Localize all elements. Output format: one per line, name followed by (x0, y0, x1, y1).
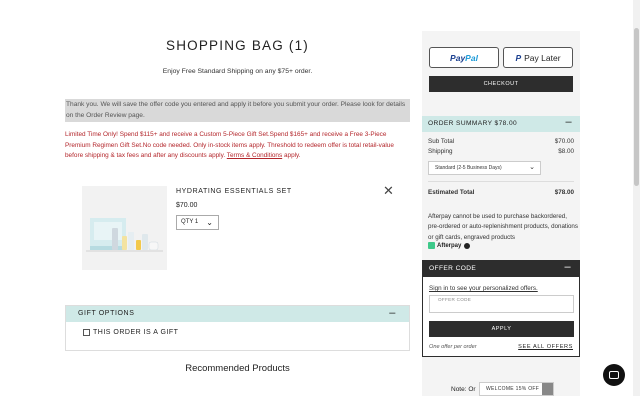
offer-code-title: OFFER CODE (429, 265, 477, 272)
afterpay-icon (428, 242, 435, 249)
note-text: Note: Or (451, 386, 476, 393)
gift-checkbox-row: THIS ORDER IS A GIFT (66, 322, 409, 343)
offer-code-header[interactable]: OFFER CODE – (423, 261, 579, 277)
afterpay-label: Afterpay (437, 242, 462, 249)
signin-offers-link[interactable]: Sign in to see your personalized offers. (429, 285, 538, 292)
scrollbar[interactable] (633, 0, 640, 396)
paypal-pay: Pay (450, 52, 466, 63)
paypal-mark-icon: P (515, 52, 522, 63)
promo-tail: apply. (282, 152, 301, 159)
product-name[interactable]: HYDRATING ESSENTIALS SET (176, 188, 292, 195)
pay-later-button[interactable]: P Pay Later (503, 47, 573, 68)
product-price: $70.00 (176, 202, 198, 209)
info-icon[interactable] (464, 242, 471, 249)
subtotal-row: Sub Total $70.00 (428, 138, 574, 145)
promo-message: Limited Time Only! Spend $115+ and recei… (65, 130, 413, 162)
offer-code-panel: OFFER CODE – Sign in to see your persona… (422, 260, 580, 357)
cart-item: HYDRATING ESSENTIALS SET $70.00 QTY 1 ⌄ … (65, 182, 410, 274)
minus-icon[interactable]: – (564, 261, 571, 273)
shipping-value: $8.00 (558, 148, 574, 155)
offer-code-input[interactable]: OFFER CODE (429, 295, 574, 313)
recommended-products-title: Recommended Products (185, 363, 290, 374)
estimated-total-value: $78.00 (554, 189, 574, 196)
afterpay-logo: Afterpay (428, 242, 471, 249)
scrollbar-thumb[interactable] (634, 28, 639, 186)
checkout-button[interactable]: CHECKOUT (429, 76, 573, 92)
terms-link[interactable]: Terms & Conditions (227, 152, 282, 159)
chat-icon (609, 371, 619, 379)
close-icon[interactable]: ✕ (383, 184, 394, 197)
gift-checkbox-label[interactable]: THIS ORDER IS A GIFT (93, 329, 178, 336)
chat-button[interactable] (603, 364, 625, 386)
chevron-down-icon: ⌄ (206, 218, 213, 227)
offer-code-label: OFFER CODE (438, 297, 472, 302)
subtotal-label: Sub Total (428, 138, 455, 145)
pay-later-label: Pay Later (524, 52, 561, 63)
page-title: SHOPPING BAG (1) (166, 38, 309, 53)
quantity-select[interactable]: QTY 1 ⌄ (176, 215, 219, 230)
estimated-total-row: Estimated Total $78.00 (428, 189, 574, 196)
free-shipping-subtitle: Enjoy Free Standard Shipping on any $75+… (162, 68, 313, 75)
quantity-value: QTY 1 (181, 219, 199, 225)
product-image[interactable] (82, 186, 167, 270)
shipping-row: Shipping $8.00 (428, 148, 574, 155)
order-panel: Pay Pal P Pay Later CHECKOUT ORDER SUMMAR… (422, 31, 580, 396)
paypal-button[interactable]: Pay Pal (429, 47, 499, 68)
minus-icon[interactable]: – (565, 116, 572, 128)
chevron-down-icon: ⌄ (529, 164, 535, 171)
subtotal-value: $70.00 (554, 138, 574, 145)
welcome-offer-label: WELCOME 15% OFF (486, 386, 540, 392)
order-summary-header[interactable]: ORDER SUMMARY $78.00 – (422, 116, 580, 132)
gift-checkbox[interactable] (83, 329, 90, 336)
apply-button[interactable]: APPLY (429, 321, 574, 337)
shipping-method-value: Standard (2-5 Business Days) (435, 165, 502, 171)
paypal-pal: Pal (465, 52, 478, 63)
offer-saved-notice: Thank you. We will save the offer code y… (65, 99, 410, 122)
order-summary-title: ORDER SUMMARY $78.00 (428, 120, 518, 127)
estimated-total-label: Estimated Total (428, 189, 475, 196)
gift-options-panel: GIFT OPTIONS – THIS ORDER IS A GIFT (65, 305, 410, 351)
afterpay-note: Afterpay cannot be used to purchase back… (428, 213, 578, 241)
close-icon[interactable] (542, 383, 553, 395)
gift-options-header[interactable]: GIFT OPTIONS – (66, 306, 409, 322)
shipping-label: Shipping (428, 148, 453, 155)
gift-options-title: GIFT OPTIONS (78, 310, 135, 317)
shipping-method-select[interactable]: Standard (2-5 Business Days) ⌄ (428, 161, 541, 175)
one-offer-note: One offer per order (429, 344, 477, 350)
minus-icon[interactable]: – (389, 307, 396, 319)
see-all-offers-link[interactable]: SEE ALL OFFERS (518, 344, 573, 350)
divider (428, 181, 574, 182)
welcome-offer-tab[interactable]: WELCOME 15% OFF (479, 382, 554, 396)
